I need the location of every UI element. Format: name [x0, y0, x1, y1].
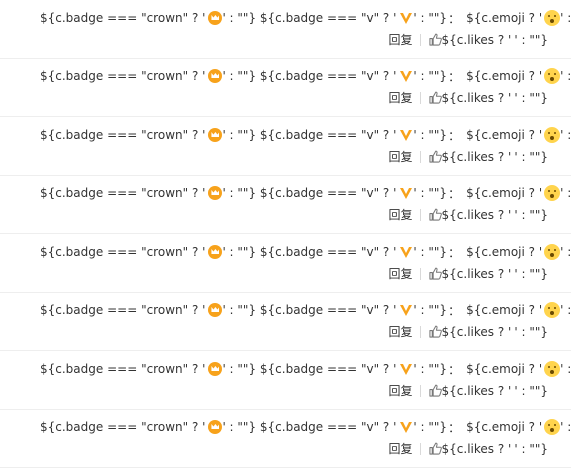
- reply-button[interactable]: 回复: [389, 206, 413, 223]
- verified-v-icon: [400, 305, 413, 316]
- comment-actions: 回复 ${c.likes ? ' ' : ""}: [389, 265, 548, 282]
- separator: ：: [448, 303, 461, 318]
- separator: ：: [448, 11, 461, 26]
- comment-row: ${c.badge === "crown" ? ' ' : ""} ${c.bad…: [0, 292, 571, 351]
- like-button[interactable]: ${c.likes ? ' ' : ""}: [428, 442, 548, 456]
- comment-line: ${c.badge === "crown" ? ' ' : ""} ${c.bad…: [40, 361, 571, 377]
- verified-v-icon: [400, 422, 413, 433]
- comment-actions: 回复 ${c.likes ? ' ' : ""}: [389, 440, 548, 457]
- action-divider: [419, 150, 421, 163]
- comment-line: ${c.badge === "crown" ? ' ' : ""} ${c.bad…: [40, 68, 571, 84]
- avatar[interactable]: [4, 243, 30, 269]
- emoji-icon: [544, 302, 561, 318]
- member-crown-icon: [208, 69, 223, 83]
- verified-v-icon: [400, 130, 413, 141]
- emoji-icon: [544, 68, 561, 84]
- member-crown-icon: [208, 362, 223, 376]
- thumbs-up-icon: [428, 267, 442, 280]
- like-button[interactable]: ${c.likes ? ' ' : ""}: [428, 325, 548, 339]
- emoji-icon: [544, 361, 561, 377]
- emoji-icon: [544, 419, 561, 435]
- comment-line: ${c.badge === "crown" ? ' ' : ""} ${c.bad…: [40, 302, 571, 318]
- comment-line: ${c.badge === "crown" ? ' ' : ""} ${c.bad…: [40, 10, 571, 26]
- like-button[interactable]: ${c.likes ? ' ' : ""}: [428, 150, 548, 164]
- like-button[interactable]: ${c.likes ? ' ' : ""}: [428, 208, 548, 222]
- reply-button[interactable]: 回复: [389, 265, 413, 282]
- separator: ：: [448, 420, 461, 435]
- reply-button[interactable]: 回复: [389, 31, 413, 48]
- comment-actions: 回复 ${c.likes ? ' ' : ""}: [389, 148, 548, 165]
- comment-actions: 回复 ${c.likes ? ' ' : ""}: [389, 31, 548, 48]
- comment-row: ${c.badge === "crown" ? ' ' : ""} ${c.bad…: [0, 117, 571, 176]
- thumbs-up-icon: [428, 91, 442, 104]
- comment-line: ${c.badge === "crown" ? ' ' : ""} ${c.bad…: [40, 185, 571, 201]
- separator: ：: [448, 186, 461, 201]
- thumbs-up-icon: [428, 384, 442, 397]
- avatar[interactable]: [4, 301, 30, 327]
- avatar[interactable]: [4, 184, 30, 210]
- verified-v-icon: [400, 13, 413, 24]
- member-crown-icon: [208, 186, 223, 200]
- verified-v-icon: [400, 247, 413, 258]
- comment-line: ${c.badge === "crown" ? ' ' : ""} ${c.bad…: [40, 419, 571, 435]
- like-button[interactable]: ${c.likes ? ' ' : ""}: [428, 33, 548, 47]
- avatar[interactable]: [4, 67, 30, 93]
- thumbs-up-icon: [428, 208, 442, 221]
- comment-actions: 回复 ${c.likes ? ' ' : ""}: [389, 206, 548, 223]
- thumbs-up-icon: [428, 33, 442, 46]
- comment-line: ${c.badge === "crown" ? ' ' : ""} ${c.bad…: [40, 127, 571, 143]
- action-divider: [419, 208, 421, 221]
- separator: ：: [448, 245, 461, 260]
- like-button[interactable]: ${c.likes ? ' ' : ""}: [428, 384, 548, 398]
- verified-v-icon: [400, 71, 413, 82]
- emoji-icon: [544, 185, 561, 201]
- member-crown-icon: [208, 245, 223, 259]
- like-button[interactable]: ${c.likes ? ' ' : ""}: [428, 91, 548, 105]
- comment-row: ${c.badge === "crown" ? ' ' : ""} ${c.bad…: [0, 175, 571, 234]
- comment-actions: 回复 ${c.likes ? ' ' : ""}: [389, 323, 548, 340]
- comment-row: ${c.badge === "crown" ? ' ' : ""} ${c.bad…: [0, 0, 571, 59]
- action-divider: [419, 442, 421, 455]
- separator: ：: [448, 69, 461, 84]
- member-crown-icon: [208, 11, 223, 25]
- thumbs-up-icon: [428, 442, 442, 455]
- separator: ：: [448, 128, 461, 143]
- action-divider: [419, 384, 421, 397]
- avatar[interactable]: [4, 9, 30, 35]
- verified-v-icon: [400, 188, 413, 199]
- member-crown-icon: [208, 420, 223, 434]
- avatar[interactable]: [4, 360, 30, 386]
- action-divider: [419, 267, 421, 280]
- action-divider: [419, 33, 421, 46]
- member-crown-icon: [208, 128, 223, 142]
- member-crown-icon: [208, 303, 223, 317]
- reply-button[interactable]: 回复: [389, 148, 413, 165]
- comment-actions: 回复 ${c.likes ? ' ' : ""}: [389, 382, 548, 399]
- avatar[interactable]: [4, 418, 30, 444]
- action-divider: [419, 91, 421, 104]
- emoji-icon: [544, 244, 561, 260]
- emoji-icon: [544, 127, 561, 143]
- comment-row: ${c.badge === "crown" ? ' ' : ""} ${c.bad…: [0, 351, 571, 410]
- action-divider: [419, 325, 421, 338]
- comment-row: ${c.badge === "crown" ? ' ' : ""} ${c.bad…: [0, 58, 571, 117]
- comment-actions: 回复 ${c.likes ? ' ' : ""}: [389, 89, 548, 106]
- reply-button[interactable]: 回复: [389, 382, 413, 399]
- reply-button[interactable]: 回复: [389, 440, 413, 457]
- separator: ：: [448, 362, 461, 377]
- like-button[interactable]: ${c.likes ? ' ' : ""}: [428, 267, 548, 281]
- verified-v-icon: [400, 364, 413, 375]
- reply-button[interactable]: 回复: [389, 89, 413, 106]
- comment-row: ${c.badge === "crown" ? ' ' : ""} ${c.bad…: [0, 409, 571, 468]
- emoji-icon: [544, 10, 561, 26]
- comment-list: ${c.badge === "crown" ? ' ' : ""} ${c.bad…: [0, 0, 571, 470]
- comment-line: ${c.badge === "crown" ? ' ' : ""} ${c.bad…: [40, 244, 571, 260]
- thumbs-up-icon: [428, 150, 442, 163]
- avatar[interactable]: [4, 126, 30, 152]
- thumbs-up-icon: [428, 325, 442, 338]
- reply-button[interactable]: 回复: [389, 323, 413, 340]
- comment-row: ${c.badge === "crown" ? ' ' : ""} ${c.bad…: [0, 234, 571, 293]
